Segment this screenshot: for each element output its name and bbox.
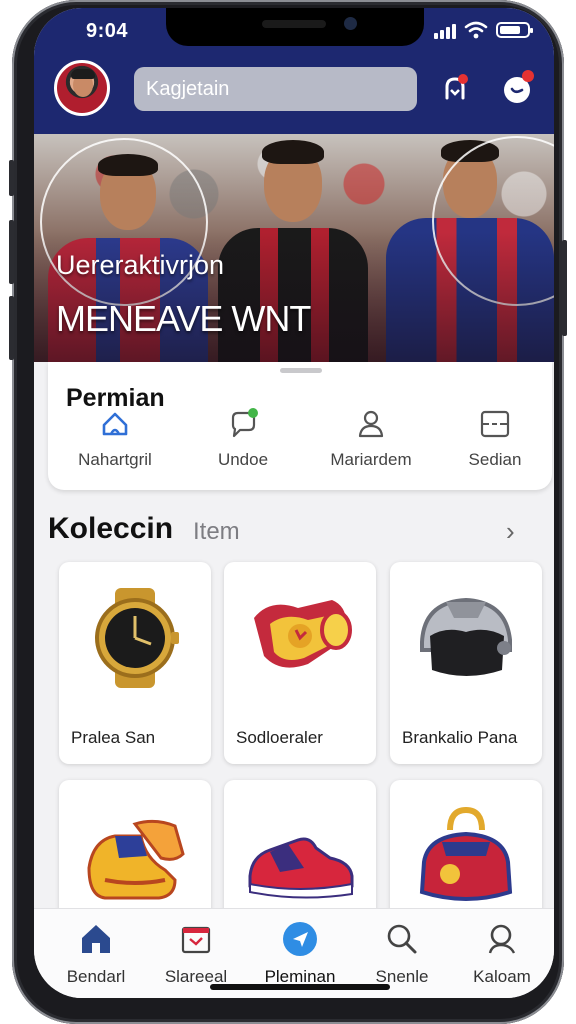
menu-item-label: Mariardem [330, 450, 412, 469]
notch [166, 8, 424, 46]
menu-item-mariardem[interactable]: Mariardem [316, 406, 426, 482]
bag-icon [419, 806, 513, 901]
status-time: 9:04 [86, 20, 129, 42]
collection-item-label: Pralea San [71, 728, 156, 747]
sneaker-icon [248, 837, 354, 899]
chevron-right-icon[interactable]: › [506, 516, 515, 547]
collection-item-scroll[interactable]: Sodloeraler [224, 562, 376, 764]
collection-item-sneaker[interactable] [224, 780, 376, 920]
menu-item-nahartgril[interactable]: Nahartgril [60, 406, 170, 482]
menu-item-label: Nahartgril [78, 450, 152, 469]
drag-handle[interactable] [280, 368, 322, 373]
avatar[interactable] [54, 60, 110, 116]
search-input[interactable] [134, 67, 417, 111]
scroll-icon [254, 600, 352, 668]
battery-icon [496, 22, 533, 38]
chat-icon[interactable] [500, 70, 534, 106]
chat-bubble-icon [231, 408, 258, 438]
screen: 9:04 Kagjetain Uereraktivrjon MENEAVE WN… [34, 8, 554, 998]
tab-label: Kaloam [473, 967, 531, 986]
home-outline-icon [102, 412, 128, 436]
collection-subtitle: Item [193, 518, 240, 545]
hero-banner[interactable]: Uereraktivrjon MENEAVE WNT [34, 134, 554, 362]
mute-switch [9, 160, 14, 196]
menu-item-label: Sedian [468, 450, 522, 469]
wifi-icon [464, 21, 488, 39]
tab-slareeal[interactable]: Slareeal [148, 921, 244, 987]
volume-down-button [9, 296, 14, 360]
tab-label: Bendarl [66, 967, 126, 986]
collection-item-watch[interactable]: Pralea San [59, 562, 211, 764]
notification-icon[interactable] [438, 72, 472, 106]
collection-item-label: Sodloeraler [236, 728, 323, 747]
tab-snenle[interactable]: Snenle [354, 921, 450, 987]
collection-item-label: Brankalio Pana [402, 728, 518, 747]
collection-item-helmet[interactable]: Brankalio Pana [390, 562, 542, 764]
status-bar: 9:04 [34, 8, 554, 56]
home-icon [82, 925, 110, 953]
tab-bendarl[interactable]: Bendarl [48, 921, 144, 987]
phone-frame: 9:04 Kagjetain Uereraktivrjon MENEAVE WN… [9, 0, 567, 1024]
quick-menu-panel: Permian Nahartgril Undoe Mariardem Sedia… [48, 362, 552, 490]
hero-subtitle: Uereraktivrjon [56, 250, 225, 280]
person-icon [358, 410, 384, 438]
volume-up-button [9, 220, 14, 284]
menu-item-label: Undoe [217, 450, 269, 469]
hero-title: MENEAVE WNT [56, 298, 311, 339]
front-camera [344, 17, 357, 30]
collection-title: Koleccin [48, 512, 174, 545]
cellular-signal-icon [434, 24, 456, 39]
app-header: 9:04 [34, 8, 554, 134]
watch-icon [95, 588, 179, 688]
search-icon [488, 924, 516, 954]
collection-item-boots[interactable] [59, 780, 211, 920]
earpiece-speaker [262, 20, 326, 28]
search-icon [387, 924, 417, 954]
power-button [562, 240, 567, 336]
ticket-icon [480, 410, 510, 438]
menu-item-sedian[interactable]: Sedian [440, 406, 550, 482]
tab-kaloam[interactable]: Kaloam [454, 921, 550, 987]
calendar-icon [181, 926, 211, 954]
menu-item-undoe[interactable]: Undoe [188, 406, 298, 482]
home-indicator[interactable] [210, 984, 390, 990]
collection-item-bag[interactable] [390, 780, 542, 920]
tab-pleminan[interactable]: Pleminan [252, 921, 348, 987]
boots-icon [87, 819, 185, 900]
notification-badge [458, 74, 468, 84]
play-icon [283, 922, 317, 956]
helmet-icon [420, 597, 512, 676]
chat-badge [522, 70, 534, 82]
